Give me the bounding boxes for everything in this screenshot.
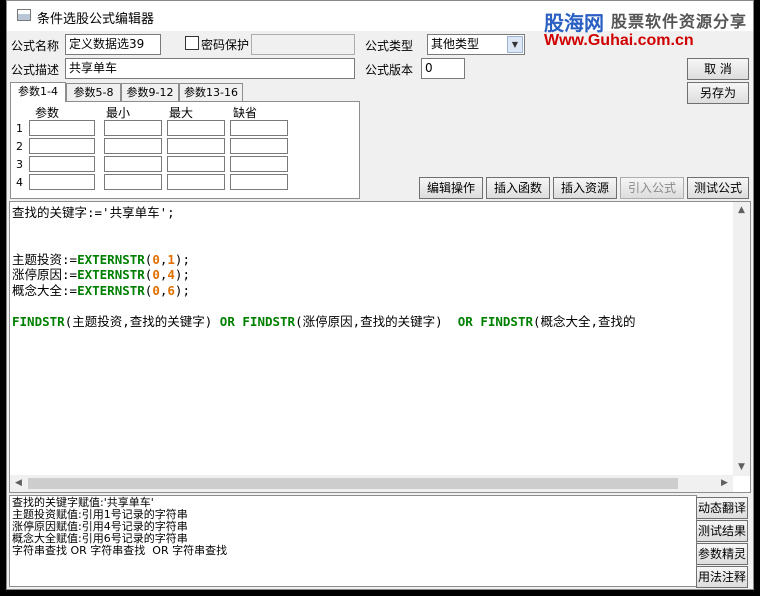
test-result-button[interactable]: 测试结果	[696, 520, 748, 542]
param-row-number: 3	[16, 158, 23, 171]
password-checkbox[interactable]	[185, 36, 199, 50]
param-table: 参数 最小 最大 缺省 1 2 3 4	[10, 101, 360, 199]
param-name-cell[interactable]	[29, 156, 95, 172]
param-min-cell[interactable]	[104, 156, 162, 172]
param-default-cell[interactable]	[230, 138, 288, 154]
cancel-button[interactable]: 取 消	[687, 58, 749, 80]
param-min-cell[interactable]	[104, 120, 162, 136]
password-label: 密码保护	[201, 38, 250, 52]
scroll-down-icon[interactable]: ▼	[733, 459, 750, 476]
param-name-cell[interactable]	[29, 120, 95, 136]
output-line: 字符串查找 OR 字符串查找 OR 字符串查找	[12, 544, 228, 557]
scroll-left-icon[interactable]: ◀	[10, 475, 27, 492]
usage-notes-button[interactable]: 用法注释	[696, 566, 748, 588]
code-text[interactable]: 查找的关键字:='共享单车'; 主题投资:=EXTERNSTR(0,1); 涨停…	[12, 205, 734, 475]
param-wizard-button[interactable]: 参数精灵	[696, 543, 748, 565]
formula-version-input[interactable]: 0	[421, 58, 465, 79]
formula-type-value: 其他类型	[431, 37, 480, 51]
tab-params-1-4[interactable]: 参数1-4	[10, 82, 66, 102]
tab-params-9-12[interactable]: 参数9-12	[121, 83, 179, 101]
save-as-button[interactable]: 另存为	[687, 82, 749, 104]
scroll-up-icon[interactable]: ▲	[733, 202, 750, 219]
insert-resource-button[interactable]: 插入资源	[553, 177, 617, 199]
param-name-cell[interactable]	[29, 174, 95, 190]
formula-type-select[interactable]: 其他类型 ▼	[427, 34, 525, 55]
test-formula-button[interactable]: 测试公式	[687, 177, 749, 199]
tab-params-13-16[interactable]: 参数13-16	[179, 83, 243, 101]
app-icon	[17, 9, 31, 21]
tab-params-5-8[interactable]: 参数5-8	[66, 83, 121, 101]
scroll-right-icon[interactable]: ▶	[716, 475, 733, 492]
background-stock-strip	[0, 590, 760, 596]
param-row-number: 2	[16, 140, 23, 153]
edit-operations-button[interactable]: 编辑操作	[419, 177, 483, 199]
password-input[interactable]	[251, 34, 355, 55]
dynamic-translate-button[interactable]: 动态翻译	[696, 497, 748, 519]
param-min-cell[interactable]	[104, 174, 162, 190]
param-header-max: 最大	[169, 106, 194, 120]
param-row-number: 4	[16, 176, 23, 189]
watermark-slogan: 股票软件资源分享	[611, 14, 748, 31]
horizontal-scrollbar[interactable]: ◀ ▶	[10, 475, 733, 492]
param-header-default: 缺省	[233, 106, 258, 120]
param-header-min: 最小	[106, 106, 131, 120]
import-formula-button[interactable]: 引入公式	[620, 177, 684, 199]
param-default-cell[interactable]	[230, 120, 288, 136]
param-max-cell[interactable]	[167, 138, 225, 154]
param-default-cell[interactable]	[230, 174, 288, 190]
formula-name-label: 公式名称	[11, 39, 60, 53]
param-max-cell[interactable]	[167, 120, 225, 136]
formula-editor-window: 条件选股公式编辑器 股海网 股票软件资源分享 Www.Guhai.com.cn …	[6, 0, 754, 590]
param-max-cell[interactable]	[167, 174, 225, 190]
param-header-name: 参数	[35, 106, 60, 120]
horizontal-scroll-thumb[interactable]	[28, 478, 678, 489]
param-default-cell[interactable]	[230, 156, 288, 172]
code-line-1: 查找的关键字:='共享单车';	[12, 205, 175, 220]
param-row-number: 1	[16, 122, 23, 135]
param-name-cell[interactable]	[29, 138, 95, 154]
param-max-cell[interactable]	[167, 156, 225, 172]
vertical-scrollbar[interactable]: ▲ ▼	[733, 202, 750, 476]
translation-output: 查找的关键字赋值:'共享单车' 主题投资赋值:引用1号记录的字符串 涨停原因赋值…	[9, 495, 697, 587]
formula-type-label: 公式类型	[365, 39, 414, 53]
param-min-cell[interactable]	[104, 138, 162, 154]
chevron-down-icon[interactable]: ▼	[507, 36, 523, 53]
formula-desc-input[interactable]: 共享单车	[65, 58, 355, 79]
insert-function-button[interactable]: 插入函数	[486, 177, 550, 199]
watermark-url: Www.Guhai.com.cn	[544, 32, 694, 49]
window-title: 条件选股公式编辑器	[37, 12, 155, 27]
code-editor[interactable]: 查找的关键字:='共享单车'; 主题投资:=EXTERNSTR(0,1); 涨停…	[9, 201, 751, 493]
formula-version-label: 公式版本	[365, 63, 414, 77]
formula-desc-label: 公式描述	[11, 63, 60, 77]
formula-name-input[interactable]: 定义数据选39	[65, 34, 161, 55]
